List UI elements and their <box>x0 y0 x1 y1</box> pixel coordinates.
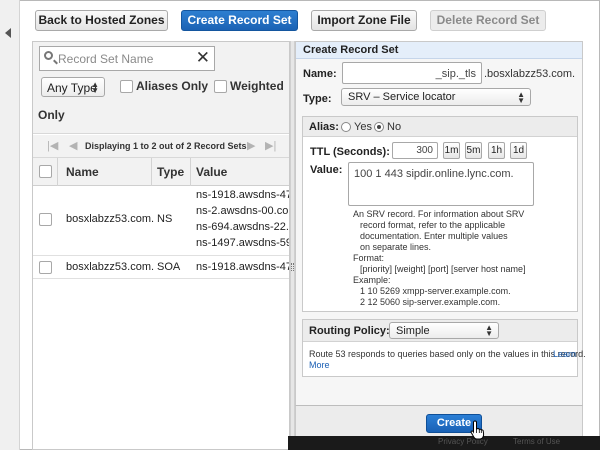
ttl-5m-button[interactable]: 5m <box>465 142 482 159</box>
name-field-value: _sip._tls <box>435 68 476 80</box>
clear-icon[interactable]: ✕ <box>196 48 210 68</box>
help-text: [priority] [weight] [port] [server host … <box>360 264 526 274</box>
collapse-arrow-icon[interactable] <box>5 28 11 38</box>
record-type-value: SRV – Service locator <box>348 91 456 103</box>
row-checkbox[interactable] <box>39 261 52 274</box>
column-header-value[interactable]: Value <box>196 165 227 179</box>
select-arrows-icon: ▲ ▼ <box>517 90 525 105</box>
record-value: ns-1918.awsdns-47.com <box>196 261 289 273</box>
record-name: bosxlabzz53.com. <box>66 261 155 273</box>
record-name: bosxlabzz53.com. <box>66 213 155 225</box>
alias-no-radio[interactable] <box>374 122 384 132</box>
type-filter-select[interactable]: Any Type ▲ ▼ <box>41 77 105 97</box>
hand-cursor-icon <box>470 420 485 440</box>
alias-row: Alias: Yes No <box>303 117 577 137</box>
routing-help-text: Route 53 responds to queries based only … <box>309 349 586 359</box>
ttl-1d-button[interactable]: 1d <box>510 142 527 159</box>
column-header-name[interactable]: Name <box>66 165 99 179</box>
filter-box: Record Set Name ✕ Any Type ▲ ▼ Aliases On… <box>33 42 289 134</box>
record-value: ns-1497.awsdns-59.org <box>196 237 289 249</box>
select-arrows-icon: ▲ ▼ <box>91 80 99 95</box>
alias-yes-label: Yes <box>354 121 372 133</box>
pagination-text: Displaying 1 to 2 out of 2 Record Sets <box>85 141 247 151</box>
last-page-icon[interactable]: ▶| <box>265 139 276 152</box>
value-text: 100 1 443 sipdir.online.lync.com. <box>354 168 514 180</box>
help-text: on separate lines. <box>360 242 432 252</box>
record-type: NS <box>157 213 173 225</box>
help-text: documentation. Enter multiple values <box>360 231 508 241</box>
alias-yes-radio[interactable] <box>341 122 351 132</box>
domain-suffix: .bosxlabzz53.com. <box>484 68 576 80</box>
column-divider <box>190 158 191 186</box>
search-placeholder: Record Set Name <box>58 52 154 66</box>
prev-page-icon[interactable]: ◀ <box>69 139 77 152</box>
back-to-hosted-zones-button[interactable]: Back to Hosted Zones <box>35 10 168 31</box>
learn-more-link[interactable]: Learn <box>553 349 576 360</box>
next-page-icon[interactable]: ▶ <box>247 139 255 152</box>
routing-policy-row: Routing Policy: Simple ▲ ▼ <box>303 320 577 342</box>
weighted-only-label: Weighted <box>230 79 284 93</box>
aliases-only-checkbox[interactable] <box>120 80 133 93</box>
value-textarea[interactable]: 100 1 443 sipdir.online.lync.com. <box>348 162 534 206</box>
create-record-set-button[interactable]: Create Record Set <box>181 10 298 31</box>
alias-no-label: No <box>387 121 402 133</box>
record-value: ns-2.awsdns-00.com. <box>196 205 289 217</box>
ttl-label: TTL (Seconds): <box>310 146 390 158</box>
column-divider <box>151 158 152 186</box>
name-field[interactable]: _sip._tls <box>342 62 482 84</box>
ttl-value: 300 <box>416 145 433 156</box>
help-text: An SRV record. For information about SRV <box>353 209 525 219</box>
routing-policy-label: Routing Policy: <box>309 325 390 337</box>
record-type: SOA <box>157 261 181 273</box>
help-text: 2 12 5060 sip-server.example.com. <box>360 297 501 307</box>
column-header-type[interactable]: Type <box>157 165 184 179</box>
ttl-1m-button[interactable]: 1m <box>443 142 460 159</box>
create-record-set-panel: Create Record Set Name: _sip._tls .bosxl… <box>295 41 586 450</box>
weighted-only-checkbox[interactable] <box>214 80 227 93</box>
ttl-1h-button[interactable]: 1h <box>488 142 505 159</box>
name-label: Name: <box>303 68 337 80</box>
pagination-bar: |◀ ◀ Displaying 1 to 2 out of 2 Record S… <box>33 135 289 158</box>
ttl-input[interactable]: 300 <box>392 142 438 159</box>
help-text: record format, refer to the applicable <box>360 220 506 230</box>
routing-policy-box: Routing Policy: Simple ▲ ▼ Route 53 respo… <box>302 319 586 377</box>
weighted-only-label-cont: Only <box>38 108 65 122</box>
import-zone-file-button[interactable]: Import Zone File <box>311 10 417 31</box>
value-label: Value: <box>310 164 343 176</box>
table-header: Name Type Value <box>33 158 289 186</box>
type-label: Type: <box>303 93 332 105</box>
select-all-checkbox[interactable] <box>39 165 52 178</box>
help-text: 1 10 5269 xmpp-server.example.com. <box>360 286 511 296</box>
type-filter-value: Any Type <box>47 81 97 95</box>
search-input[interactable]: Record Set Name ✕ <box>39 46 215 71</box>
table-row[interactable]: bosxlabzz53.com. NS ns-1918.awsdns-47.co… <box>33 186 289 256</box>
routing-policy-value: Simple <box>396 325 430 337</box>
alias-label: Alias: <box>309 121 339 133</box>
record-type-select[interactable]: SRV – Service locator ▲ ▼ <box>341 88 531 106</box>
collapse-strip[interactable] <box>0 0 20 450</box>
footer-link[interactable]: Terms of Use <box>513 437 560 446</box>
delete-record-set-button: Delete Record Set <box>430 10 546 31</box>
column-divider <box>57 158 58 186</box>
splitter-grip-icon[interactable] <box>291 263 294 271</box>
row-checkbox[interactable] <box>39 213 52 226</box>
console-footer-strip: Privacy Policy Terms of Use <box>288 436 600 450</box>
aliases-only-label: Aliases Only <box>136 79 209 93</box>
record-sets-panel: Record Set Name ✕ Any Type ▲ ▼ Aliases On… <box>32 41 290 450</box>
record-value: ns-694.awsdns-22.net. <box>196 221 289 233</box>
learn-more-link-cont[interactable]: More <box>309 360 330 371</box>
select-arrows-icon: ▲ ▼ <box>485 323 493 338</box>
search-icon <box>44 51 53 60</box>
help-text: Example: <box>353 275 391 285</box>
help-text: Format: <box>353 253 385 263</box>
record-value: ns-1918.awsdns-47.co <box>196 189 289 201</box>
table-row[interactable]: bosxlabzz53.com. SOA ns-1918.awsdns-47.c… <box>33 256 289 279</box>
first-page-icon[interactable]: |◀ <box>47 139 58 152</box>
routing-policy-select[interactable]: Simple ▲ ▼ <box>389 322 499 339</box>
panel-title: Create Record Set <box>296 42 582 59</box>
